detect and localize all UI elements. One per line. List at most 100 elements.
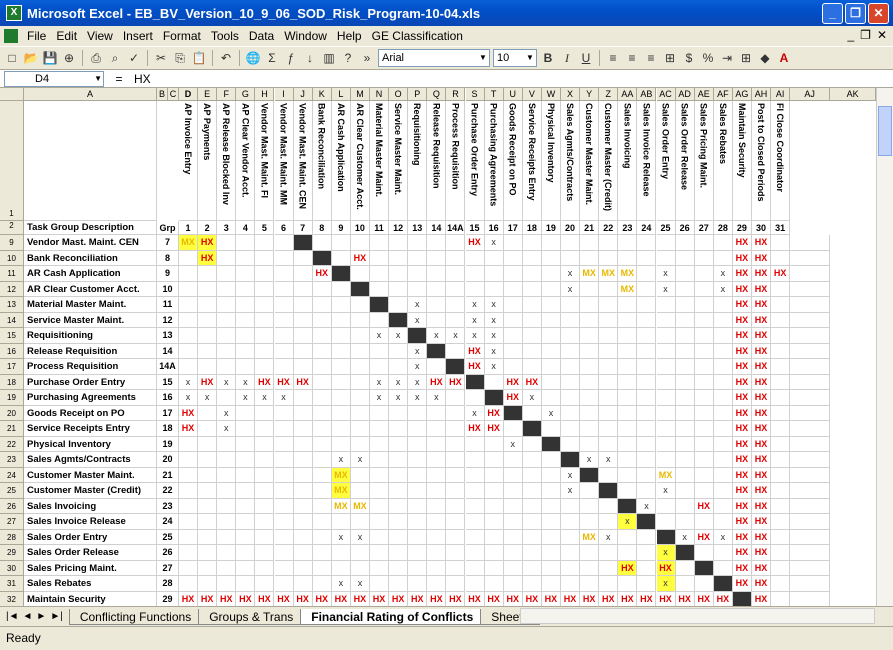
conflict-cell[interactable] bbox=[618, 390, 638, 406]
conflict-cell[interactable] bbox=[236, 281, 256, 297]
conflict-cell[interactable]: x bbox=[522, 390, 542, 406]
conflict-cell[interactable] bbox=[713, 374, 733, 390]
conflict-cell[interactable] bbox=[541, 312, 561, 328]
vertical-scrollbar[interactable] bbox=[876, 88, 893, 606]
conflict-cell[interactable] bbox=[331, 281, 351, 297]
col-header-AF[interactable]: AF bbox=[713, 88, 733, 101]
conflict-cell[interactable] bbox=[331, 312, 351, 328]
empty-cell[interactable] bbox=[790, 576, 831, 592]
conflict-cell[interactable]: HX bbox=[542, 591, 561, 606]
conflict-cell[interactable] bbox=[331, 436, 351, 452]
diagonal-cell[interactable] bbox=[561, 452, 581, 468]
conflict-cell[interactable]: HX bbox=[694, 498, 714, 514]
conflict-cell[interactable] bbox=[293, 312, 313, 328]
row-header-30[interactable]: 30 bbox=[0, 560, 24, 576]
conflict-cell[interactable] bbox=[771, 514, 791, 530]
conflict-cell[interactable]: x bbox=[217, 405, 237, 421]
sheet-tab-financial-rating-of-conflicts[interactable]: Financial Rating of Conflicts bbox=[300, 608, 485, 625]
conflict-cell[interactable] bbox=[198, 452, 218, 468]
conflict-cell[interactable]: HX bbox=[732, 250, 752, 266]
conflict-cell[interactable] bbox=[637, 529, 657, 545]
conflict-cell[interactable] bbox=[580, 545, 600, 561]
conflict-cell[interactable] bbox=[580, 312, 600, 328]
align-center-icon[interactable]: ≡ bbox=[624, 49, 640, 67]
conflict-cell[interactable] bbox=[389, 467, 409, 483]
conflict-cell[interactable]: HX bbox=[465, 235, 485, 251]
conflict-cell[interactable] bbox=[389, 436, 409, 452]
conflict-cell[interactable] bbox=[408, 452, 428, 468]
conflict-cell[interactable] bbox=[236, 235, 256, 251]
col-header-K[interactable]: K bbox=[312, 88, 332, 101]
copy-icon[interactable]: ⎘ bbox=[172, 49, 188, 67]
conflict-cell[interactable] bbox=[618, 483, 638, 499]
conflict-cell[interactable]: x bbox=[217, 374, 237, 390]
conflict-cell[interactable]: x bbox=[370, 328, 390, 344]
conflict-cell[interactable]: HX bbox=[732, 312, 752, 328]
conflict-cell[interactable] bbox=[331, 545, 351, 561]
conflict-cell[interactable] bbox=[408, 250, 428, 266]
conflict-cell[interactable] bbox=[274, 343, 294, 359]
conflict-cell[interactable] bbox=[389, 405, 409, 421]
conflict-cell[interactable] bbox=[236, 576, 256, 592]
diagonal-cell[interactable] bbox=[408, 328, 428, 344]
conflict-cell[interactable] bbox=[637, 235, 657, 251]
prev-sheet-icon[interactable]: ◄ bbox=[23, 611, 33, 622]
col-header-C[interactable]: C bbox=[168, 88, 179, 101]
conflict-cell[interactable] bbox=[503, 359, 523, 375]
conflict-cell[interactable] bbox=[370, 312, 390, 328]
conflict-cell[interactable] bbox=[618, 467, 638, 483]
menu-edit[interactable]: Edit bbox=[51, 29, 82, 43]
diagonal-cell[interactable] bbox=[694, 560, 714, 576]
conflict-cell[interactable] bbox=[350, 359, 370, 375]
conflict-cell[interactable]: HX bbox=[752, 483, 772, 499]
conflict-cell[interactable]: MX bbox=[599, 266, 619, 282]
conflict-cell[interactable] bbox=[370, 452, 390, 468]
conflict-cell[interactable] bbox=[522, 514, 542, 530]
conflict-cell[interactable] bbox=[198, 483, 218, 499]
conflict-cell[interactable]: x bbox=[236, 390, 256, 406]
conflict-cell[interactable] bbox=[561, 235, 581, 251]
conflict-cell[interactable]: HX bbox=[179, 421, 199, 437]
col-header-M[interactable]: M bbox=[350, 88, 370, 101]
conflict-cell[interactable] bbox=[503, 467, 523, 483]
conflict-cell[interactable] bbox=[427, 250, 447, 266]
conflict-cell[interactable] bbox=[599, 359, 619, 375]
conflict-cell[interactable] bbox=[541, 374, 561, 390]
conflict-cell[interactable] bbox=[503, 452, 523, 468]
col-header-AE[interactable]: AE bbox=[694, 88, 714, 101]
conflict-cell[interactable] bbox=[274, 560, 294, 576]
conflict-cell[interactable] bbox=[389, 343, 409, 359]
conflict-cell[interactable]: x bbox=[179, 390, 199, 406]
function-icon[interactable]: ƒ bbox=[283, 49, 299, 67]
col-header-AA[interactable]: AA bbox=[618, 88, 638, 101]
conflict-cell[interactable] bbox=[694, 235, 714, 251]
font-select[interactable]: Arial ▼ bbox=[378, 49, 490, 67]
conflict-cell[interactable] bbox=[255, 343, 275, 359]
conflict-cell[interactable] bbox=[561, 374, 581, 390]
conflict-cell[interactable] bbox=[713, 328, 733, 344]
empty-cell[interactable] bbox=[790, 235, 831, 251]
conflict-cell[interactable] bbox=[675, 467, 695, 483]
empty-cell[interactable] bbox=[790, 467, 831, 483]
conflict-cell[interactable] bbox=[694, 436, 714, 452]
conflict-cell[interactable] bbox=[274, 514, 294, 530]
conflict-cell[interactable] bbox=[599, 405, 619, 421]
conflict-cell[interactable] bbox=[522, 452, 542, 468]
open-icon[interactable]: 📂 bbox=[23, 49, 39, 67]
row-header-32[interactable]: 32 bbox=[0, 591, 24, 606]
conflict-cell[interactable]: x bbox=[370, 374, 390, 390]
conflict-cell[interactable] bbox=[236, 514, 256, 530]
conflict-cell[interactable] bbox=[713, 436, 733, 452]
conflict-cell[interactable] bbox=[408, 529, 428, 545]
conflict-cell[interactable]: HX bbox=[255, 591, 275, 606]
conflict-cell[interactable] bbox=[274, 421, 294, 437]
conflict-cell[interactable]: x bbox=[408, 390, 428, 406]
conflict-cell[interactable] bbox=[541, 390, 561, 406]
col-header-R[interactable]: R bbox=[446, 88, 466, 101]
conflict-cell[interactable] bbox=[484, 266, 504, 282]
conflict-cell[interactable] bbox=[312, 359, 332, 375]
conflict-cell[interactable] bbox=[408, 467, 428, 483]
conflict-cell[interactable] bbox=[580, 421, 600, 437]
col-header-W[interactable]: W bbox=[541, 88, 561, 101]
conflict-cell[interactable] bbox=[255, 483, 275, 499]
